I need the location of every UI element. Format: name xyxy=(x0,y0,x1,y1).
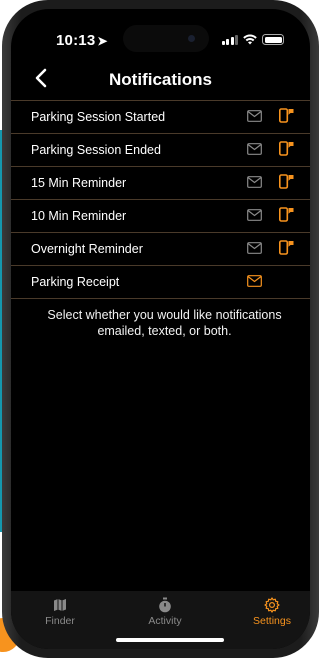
helper-text: Select whether you would like notificati… xyxy=(47,308,282,338)
stopwatch-icon xyxy=(159,597,171,613)
notification-row-label: Parking Receipt xyxy=(31,275,120,289)
notification-row-label: Overnight Reminder xyxy=(31,242,143,256)
notification-row: Parking Session Ended xyxy=(11,134,310,167)
tab-finder[interactable]: Finder xyxy=(25,597,95,627)
sms-phone-icon[interactable] xyxy=(279,141,294,156)
dynamic-island xyxy=(123,25,209,52)
wifi-icon xyxy=(243,34,257,45)
tab-activity-label: Activity xyxy=(148,615,182,627)
notification-row-label: 15 Min Reminder xyxy=(31,176,127,190)
sms-phone-icon[interactable] xyxy=(279,108,294,123)
envelope-icon[interactable] xyxy=(247,209,262,221)
signal-icon xyxy=(221,34,238,45)
map-icon xyxy=(54,599,66,611)
battery-icon xyxy=(262,34,284,45)
tab-activity[interactable]: Activity xyxy=(130,597,200,627)
location-arrow-icon: ➤ xyxy=(97,34,108,48)
tab-settings-label: Settings xyxy=(253,615,291,627)
camera-icon xyxy=(188,35,195,42)
notification-row-label: Parking Session Started xyxy=(31,110,166,124)
phone-frame: 10:13 ➤ Notifications Parking Session Sta… xyxy=(2,0,319,658)
envelope-icon[interactable] xyxy=(247,275,262,287)
envelope-icon[interactable] xyxy=(247,242,262,254)
envelope-icon[interactable] xyxy=(247,110,262,122)
sms-phone-icon[interactable] xyxy=(279,240,294,255)
notification-list: Parking Session Started Parking Session E… xyxy=(11,100,310,299)
notification-row: Parking Session Started xyxy=(11,100,310,134)
notification-row: 10 Min Reminder xyxy=(11,200,310,233)
tab-finder-label: Finder xyxy=(45,615,75,627)
notification-row: Overnight Reminder xyxy=(11,233,310,266)
status-icons xyxy=(221,34,284,45)
envelope-icon[interactable] xyxy=(247,143,262,155)
tab-bar: Finder Activity Settings xyxy=(11,591,310,649)
notification-row-label: 10 Min Reminder xyxy=(31,209,127,223)
notification-row: 15 Min Reminder xyxy=(11,167,310,200)
gear-icon xyxy=(264,597,280,613)
page-title: Notifications xyxy=(109,70,212,89)
envelope-icon[interactable] xyxy=(247,176,262,188)
status-time: 10:13 ➤ xyxy=(56,32,108,49)
sms-phone-icon[interactable] xyxy=(279,207,294,222)
sms-phone-icon[interactable] xyxy=(279,174,294,189)
home-indicator xyxy=(116,638,224,642)
notification-row: Parking Receipt xyxy=(11,266,310,299)
notification-row-label: Parking Session Ended xyxy=(31,143,161,157)
phone-screen: 10:13 ➤ Notifications Parking Session Sta… xyxy=(11,9,310,649)
tab-settings[interactable]: Settings xyxy=(237,597,307,627)
